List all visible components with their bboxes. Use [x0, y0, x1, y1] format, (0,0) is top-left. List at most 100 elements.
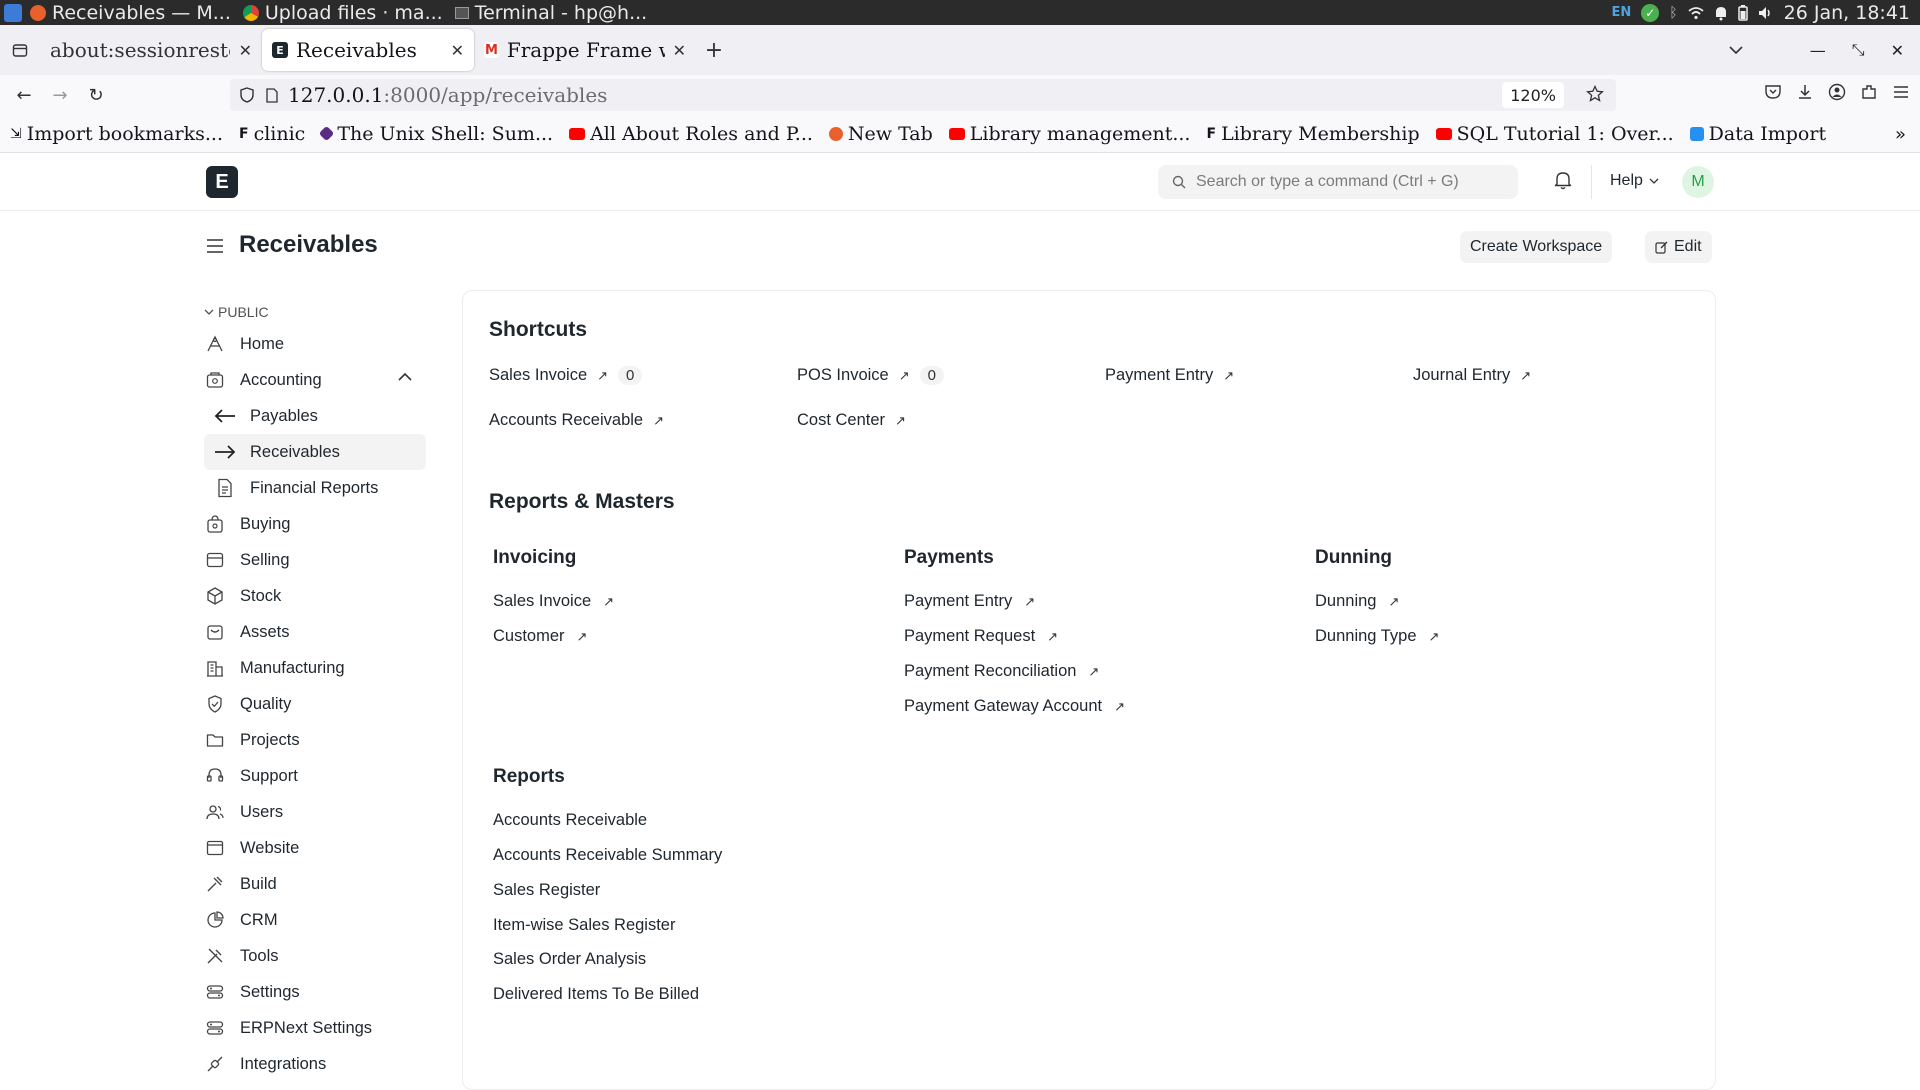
shortcut-accounts-receivable[interactable]: Accounts Receivable ↗	[489, 411, 664, 430]
account-icon[interactable]	[1828, 83, 1846, 101]
bookmark-unix-shell[interactable]: The Unix Shell: Sum...	[319, 123, 553, 145]
shortcut-sales-invoice[interactable]: Sales Invoice ↗ 0	[489, 366, 643, 385]
sidebar-item-accounting[interactable]: Accounting	[204, 362, 426, 398]
sidebar-item-manufacturing[interactable]: Manufacturing	[204, 650, 426, 686]
sidebar-item-erpnext-settings[interactable]: ERPNext Settings	[204, 1010, 426, 1046]
sidebar-item-assets[interactable]: Assets	[204, 614, 426, 650]
sidebar-item-projects[interactable]: Projects	[204, 722, 426, 758]
os-task-firefox[interactable]: Receivables — M...	[30, 2, 231, 24]
bookmark-data-import[interactable]: Data Import	[1689, 123, 1826, 145]
sidebar-toggle-icon[interactable]	[205, 237, 225, 255]
shortcut-pos-invoice[interactable]: POS Invoice ↗ 0	[797, 366, 944, 385]
bookmark-roles[interactable]: All About Roles and P...	[569, 123, 813, 145]
link-payment-entry[interactable]: Payment Entry ↗	[904, 592, 1035, 611]
bookmark-new-tab[interactable]: New Tab	[828, 123, 933, 145]
tab-frappe-framework[interactable]: M Frappe Frame wo ✕	[474, 29, 696, 71]
link-payment-gateway-account[interactable]: Payment Gateway Account ↗	[904, 697, 1125, 716]
close-icon[interactable]: ✕	[239, 41, 252, 60]
zoom-level[interactable]: 120%	[1502, 82, 1564, 108]
forward-icon[interactable]: →	[42, 85, 78, 106]
link-accounts-receivable-summary[interactable]: Accounts Receivable Summary	[493, 846, 722, 865]
volume-icon[interactable]	[1758, 6, 1774, 20]
app-logo[interactable]: E	[206, 166, 238, 198]
close-window-icon[interactable]: ✕	[1891, 41, 1904, 60]
sidebar-item-tools[interactable]: Tools	[204, 938, 426, 974]
battery-icon[interactable]	[1737, 4, 1748, 21]
link-sales-order-analysis[interactable]: Sales Order Analysis	[493, 950, 646, 969]
check-icon[interactable]: ✓	[1641, 3, 1660, 22]
sidebar-item-financial-reports[interactable]: Financial Reports	[204, 470, 426, 506]
chevron-down-icon[interactable]	[1728, 45, 1744, 55]
sidebar-item-settings[interactable]: Settings	[204, 974, 426, 1010]
edit-button[interactable]: Edit	[1645, 231, 1712, 263]
sidebar-item-home[interactable]: Home	[204, 326, 426, 362]
bookmark-star-icon[interactable]	[1586, 85, 1604, 103]
chevron-up-icon[interactable]	[398, 372, 412, 381]
create-workspace-button[interactable]: Create Workspace	[1460, 231, 1613, 263]
bell-icon[interactable]	[1714, 5, 1728, 21]
back-icon[interactable]: ←	[6, 85, 42, 106]
os-menu-icon[interactable]	[4, 3, 22, 22]
sidebar-item-website[interactable]: Website	[204, 830, 426, 866]
arrow-up-right-icon: ↗	[1047, 628, 1059, 644]
bookmark-sql-tutorial[interactable]: SQL Tutorial 1: Over...	[1435, 123, 1674, 145]
sidebar-item-receivables[interactable]: Receivables	[204, 434, 426, 470]
help-dropdown[interactable]: Help	[1610, 172, 1659, 190]
sidebar-item-payables[interactable]: Payables	[204, 398, 426, 434]
bluetooth-icon[interactable]: ᛒ	[1669, 5, 1677, 21]
sidebar-item-crm[interactable]: CRM	[204, 902, 426, 938]
link-delivered-items-to-be-billed[interactable]: Delivered Items To Be Billed	[493, 985, 699, 1004]
bookmark-import[interactable]: ⇲ Import bookmarks...	[10, 123, 223, 145]
url-bar[interactable]: 127.0.0.1 :8000/app/receivables 120%	[230, 79, 1616, 111]
shortcut-label: Cost Center	[797, 411, 886, 429]
sidebar-section-public[interactable]: PUBLIC	[204, 298, 426, 326]
minimize-icon[interactable]: —	[1810, 41, 1826, 60]
link-customer[interactable]: Customer ↗	[493, 627, 587, 646]
link-item-wise-sales-register[interactable]: Item-wise Sales Register	[493, 916, 675, 935]
link-sales-register[interactable]: Sales Register	[493, 881, 600, 900]
link-payment-request[interactable]: Payment Request ↗	[904, 627, 1058, 646]
download-icon[interactable]	[1796, 83, 1814, 101]
tab-list-icon[interactable]	[0, 42, 40, 58]
shortcut-cost-center[interactable]: Cost Center ↗	[797, 411, 906, 430]
sidebar-item-integrations[interactable]: Integrations	[204, 1046, 426, 1082]
tab-receivables[interactable]: E Receivables ✕	[262, 29, 474, 71]
link-dunning-type[interactable]: Dunning Type ↗	[1315, 627, 1439, 646]
sidebar-item-build[interactable]: Build	[204, 866, 426, 902]
new-tab-button[interactable]: +	[696, 38, 732, 63]
sidebar-item-users[interactable]: Users	[204, 794, 426, 830]
menu-icon[interactable]	[1892, 84, 1910, 100]
keyboard-layout[interactable]: EN	[1611, 5, 1631, 20]
close-icon[interactable]: ✕	[673, 41, 686, 60]
sidebar-item-stock[interactable]: Stock	[204, 578, 426, 614]
bookmark-library-membership[interactable]: F Library Membership	[1206, 123, 1419, 145]
restore-icon[interactable]: ⤡	[1852, 40, 1865, 60]
os-task-terminal[interactable]: Terminal - hp@h...	[454, 2, 647, 24]
sidebar-item-buying[interactable]: Buying	[204, 506, 426, 542]
bookmark-clinic[interactable]: Fclinic	[239, 123, 305, 145]
link-sales-invoice[interactable]: Sales Invoice ↗	[493, 592, 614, 611]
link-payment-reconciliation[interactable]: Payment Reconciliation ↗	[904, 662, 1099, 681]
reload-icon[interactable]: ↻	[78, 85, 114, 106]
clock[interactable]: 26 Jan, 18:41	[1784, 2, 1910, 24]
link-dunning[interactable]: Dunning ↗	[1315, 592, 1399, 611]
wifi-icon[interactable]	[1688, 6, 1704, 20]
more-bookmarks-icon[interactable]: »	[1895, 124, 1906, 145]
sidebar-item-selling[interactable]: Selling	[204, 542, 426, 578]
search-bar[interactable]	[1158, 165, 1518, 199]
search-input[interactable]	[1196, 173, 1496, 191]
user-avatar[interactable]: M	[1682, 166, 1714, 198]
tab-session-restore[interactable]: about:sessionrestore ✕	[40, 29, 262, 71]
notification-bell-icon[interactable]	[1554, 170, 1572, 190]
extensions-icon[interactable]	[1860, 83, 1878, 101]
bookmark-library-management[interactable]: Library management...	[948, 123, 1190, 145]
shortcut-journal-entry[interactable]: Journal Entry ↗	[1413, 366, 1531, 385]
shortcut-payment-entry[interactable]: Payment Entry ↗	[1105, 366, 1234, 385]
sidebar-item-quality[interactable]: Quality	[204, 686, 426, 722]
os-task-chrome[interactable]: Upload files · ma...	[242, 2, 443, 24]
sidebar-item-support[interactable]: Support	[204, 758, 426, 794]
pocket-icon[interactable]	[1764, 83, 1782, 101]
close-icon[interactable]: ✕	[451, 41, 464, 60]
link-accounts-receivable[interactable]: Accounts Receivable	[493, 811, 647, 830]
shield-icon[interactable]	[240, 87, 254, 103]
